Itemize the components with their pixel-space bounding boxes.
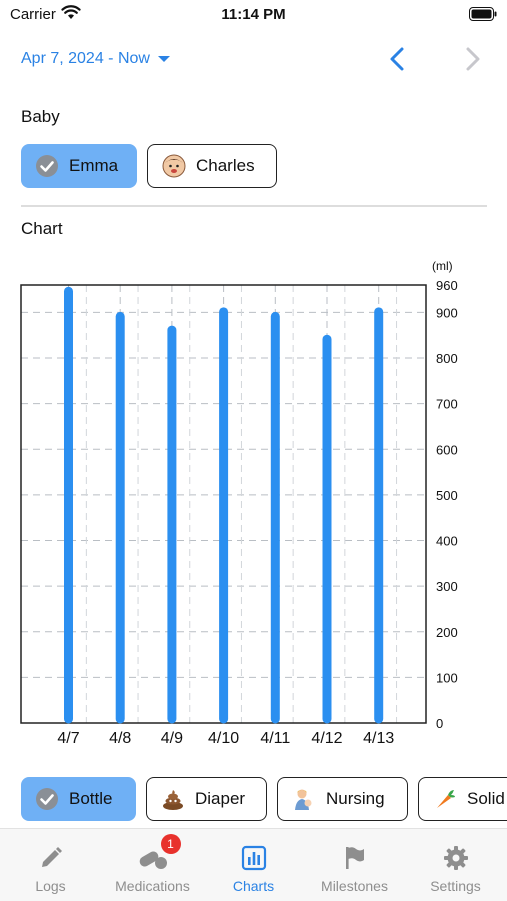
filter-chip-label: Nursing <box>326 789 385 808</box>
y-tick-label: 900 <box>436 305 458 320</box>
baby-face-icon <box>162 154 186 178</box>
y-unit-label: (ml) <box>432 259 453 273</box>
next-period-button[interactable] <box>462 46 484 77</box>
y-tick-label: 700 <box>436 397 458 412</box>
filter-chip-label: Diaper <box>195 789 246 808</box>
previous-period-button[interactable] <box>386 46 408 77</box>
filter-chip-solid[interactable]: Solid <box>418 777 507 821</box>
filter-chip-bottle[interactable]: Bottle <box>21 777 136 821</box>
feeding-chart: 4/7 4/8 4/9 4/10 4/11 4/12 4/13 0 100 200 300 400 50… <box>0 255 507 755</box>
tab-bar: Logs 1 Medications Charts Milestones Set… <box>0 828 507 901</box>
tab-charts[interactable]: Charts <box>203 829 304 901</box>
chart-icon <box>241 844 267 872</box>
gear-icon <box>443 844 469 872</box>
chevron-right-icon <box>466 47 480 71</box>
y-tick-label: 400 <box>436 534 458 549</box>
checkmark-avatar-icon <box>35 154 59 178</box>
tab-label: Milestones <box>321 878 388 894</box>
filter-chip-diaper[interactable]: Diaper <box>146 777 267 821</box>
x-tick-label: 4/8 <box>109 730 131 747</box>
tab-label: Medications <box>115 878 190 894</box>
x-tick-label: 4/9 <box>161 730 183 747</box>
y-tick-label: 100 <box>436 670 458 685</box>
carrot-icon <box>433 787 457 811</box>
battery-icon <box>469 7 497 26</box>
baby-chip-charles[interactable]: Charles <box>147 144 277 188</box>
poop-icon <box>161 787 185 811</box>
status-bar: Carrier 11:14 PM <box>0 0 507 30</box>
nursing-icon <box>292 787 316 811</box>
date-range-selector[interactable]: Apr 7, 2024 - Now <box>21 50 170 68</box>
tab-settings[interactable]: Settings <box>405 829 506 901</box>
y-tick-label: 300 <box>436 579 458 594</box>
x-tick-label: 4/7 <box>57 730 79 747</box>
filter-chip-label: Solid <box>467 789 505 808</box>
bottle-icon <box>35 787 59 811</box>
tab-milestones[interactable]: Milestones <box>304 829 405 901</box>
x-tick-label: 4/13 <box>363 730 394 747</box>
tab-label: Settings <box>430 878 481 894</box>
tab-label: Logs <box>35 878 66 894</box>
baby-section-label: Baby <box>21 107 60 126</box>
tab-medications[interactable]: 1 Medications <box>102 829 203 901</box>
section-divider <box>21 205 487 207</box>
pencil-icon <box>38 844 64 872</box>
baby-chip-label: Charles <box>196 156 255 175</box>
y-tick-label: 0 <box>436 716 443 731</box>
pills-icon: 1 <box>137 834 181 872</box>
y-tick-label: 800 <box>436 351 458 366</box>
bar-chart: 4/7 4/8 4/9 4/10 4/11 4/12 4/13 0 100 200 300 400 50… <box>20 259 458 747</box>
filter-chip-label: Bottle <box>69 789 113 808</box>
x-tick-label: 4/10 <box>208 730 239 747</box>
y-tick-label: 500 <box>436 488 458 503</box>
clock: 11:14 PM <box>221 6 286 23</box>
chevron-left-icon <box>390 47 404 71</box>
medications-badge: 1 <box>160 834 181 854</box>
y-tick-label: 960 <box>436 278 458 293</box>
y-tick-label: 600 <box>436 442 458 457</box>
x-tick-label: 4/11 <box>260 730 290 747</box>
chart-section-label: Chart <box>21 219 63 238</box>
baby-chip-label: Emma <box>69 156 119 175</box>
baby-chip-emma[interactable]: Emma <box>21 144 137 188</box>
tab-logs[interactable]: Logs <box>0 829 101 901</box>
x-tick-label: 4/12 <box>311 730 342 747</box>
tab-label: Charts <box>232 878 275 894</box>
date-range-label: Apr 7, 2024 - Now <box>21 50 150 67</box>
filter-chip-nursing[interactable]: Nursing <box>277 777 408 821</box>
flag-icon <box>342 844 368 872</box>
y-tick-label: 200 <box>436 625 458 640</box>
caret-down-icon <box>157 56 170 62</box>
